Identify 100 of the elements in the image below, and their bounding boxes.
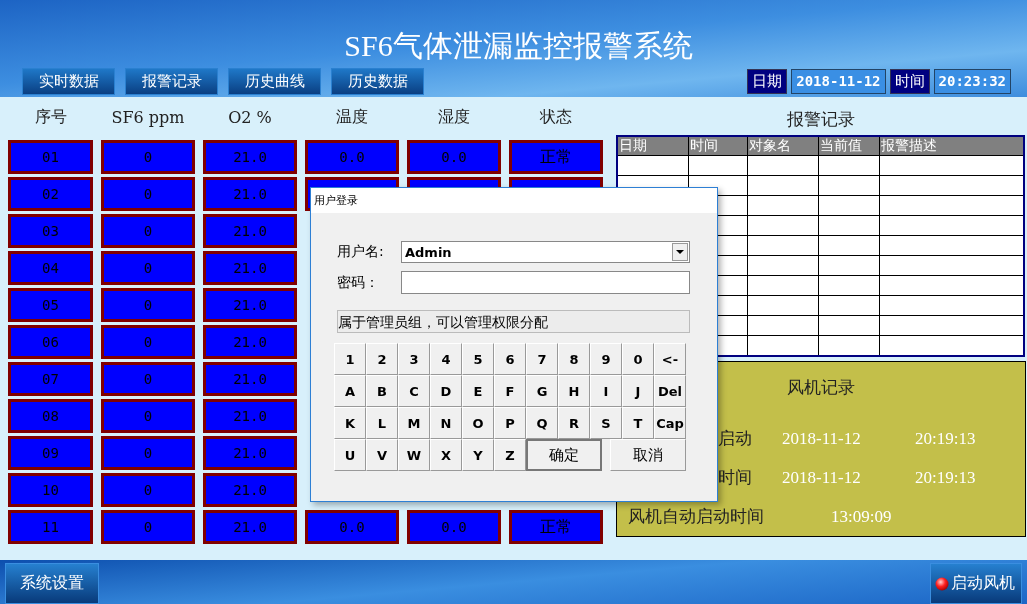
keyboard-key[interactable]: 1 — [334, 343, 366, 375]
nav-button[interactable]: 历史曲线 — [228, 68, 321, 95]
keyboard-key[interactable]: W — [398, 439, 430, 471]
keyboard-key[interactable]: Z — [494, 439, 526, 471]
fan-time: 20:19:13 — [915, 428, 976, 449]
keyboard-key[interactable]: J — [622, 375, 654, 407]
data-cell: 02 — [8, 177, 93, 211]
keyboard-key[interactable]: 8 — [558, 343, 590, 375]
keyboard-key[interactable]: R — [558, 407, 590, 439]
keyboard-key[interactable]: 9 — [590, 343, 622, 375]
data-cell: 06 — [8, 325, 93, 359]
data-cell: 21.0 — [203, 288, 297, 322]
keyboard-key[interactable]: O — [462, 407, 494, 439]
data-cell: 0 — [101, 362, 195, 396]
keyboard-key[interactable]: 7 — [526, 343, 558, 375]
data-cell: 0.0 — [305, 510, 399, 544]
keyboard-key[interactable]: 0 — [622, 343, 654, 375]
column-header: O2 % — [227, 107, 273, 127]
nav-button[interactable]: 实时数据 — [22, 68, 115, 95]
keyboard-key[interactable]: V — [366, 439, 398, 471]
column-header: 状态 — [539, 106, 573, 128]
data-cell: 0 — [101, 510, 195, 544]
fan-time: 13:09:09 — [831, 506, 892, 527]
data-cell: 04 — [8, 251, 93, 285]
data-cell: 21.0 — [203, 251, 297, 285]
data-cell: 0 — [101, 473, 195, 507]
table-header: 对象名 — [747, 136, 819, 156]
indicator-light-icon — [935, 576, 949, 591]
keyboard-key[interactable]: M — [398, 407, 430, 439]
data-cell: 0 — [101, 177, 195, 211]
keyboard-key[interactable]: H — [558, 375, 590, 407]
keyboard-key[interactable]: 6 — [494, 343, 526, 375]
data-cell: 05 — [8, 288, 93, 322]
data-cell: 0 — [101, 288, 195, 322]
keyboard-key[interactable]: <- — [654, 343, 686, 375]
data-cell: 0.0 — [407, 140, 501, 174]
table-header: 报警描述 — [879, 136, 1024, 156]
data-cell: 0 — [101, 140, 195, 174]
keyboard-key[interactable]: K — [334, 407, 366, 439]
keyboard-key[interactable]: A — [334, 375, 366, 407]
data-cell: 0 — [101, 399, 195, 433]
keyboard-key[interactable]: E — [462, 375, 494, 407]
username-label: 用户名: — [337, 243, 385, 261]
password-label: 密码： — [337, 273, 380, 292]
keyboard-key[interactable]: 3 — [398, 343, 430, 375]
time-value: 20:23:32 — [933, 69, 1011, 94]
column-header: SF6 ppm — [110, 107, 186, 127]
keyboard-key[interactable]: 4 — [430, 343, 462, 375]
keyboard-key[interactable]: 5 — [462, 343, 494, 375]
data-cell: 0 — [101, 436, 195, 470]
keyboard-key[interactable]: L — [366, 407, 398, 439]
fan-title: 风机记录 — [787, 376, 855, 399]
keyboard-key[interactable]: I — [590, 375, 622, 407]
keyboard-key[interactable]: S — [590, 407, 622, 439]
data-cell: 21.0 — [203, 140, 297, 174]
keyboard-key[interactable]: D — [430, 375, 462, 407]
keyboard-key[interactable]: U — [334, 439, 366, 471]
data-cell: 0.0 — [407, 510, 501, 544]
data-cell: 10 — [8, 473, 93, 507]
fan-label: 启动 — [718, 428, 752, 448]
settings-button[interactable]: 系统设置 — [5, 563, 99, 604]
table-header: 日期 — [617, 136, 689, 156]
fan-label: 风机自动启动时间 — [628, 506, 764, 526]
data-cell: 21.0 — [203, 362, 297, 396]
keyboard-key[interactable]: B — [366, 375, 398, 407]
keyboard-key[interactable]: 2 — [366, 343, 398, 375]
keyboard-key[interactable]: X — [430, 439, 462, 471]
data-cell: 21.0 — [203, 399, 297, 433]
data-cell: 03 — [8, 214, 93, 248]
date-label: 日期 — [747, 69, 788, 94]
fan-time: 20:19:13 — [915, 467, 976, 488]
table-header: 时间 — [688, 136, 748, 156]
password-field[interactable] — [401, 271, 690, 294]
ok-button[interactable]: 确定 — [526, 439, 602, 471]
data-cell: 11 — [8, 510, 93, 544]
column-header: 序号 — [33, 106, 68, 128]
keyboard-key[interactable]: G — [526, 375, 558, 407]
data-cell: 0.0 — [305, 140, 399, 174]
nav-button[interactable]: 报警记录 — [125, 68, 218, 95]
time-label: 时间 — [889, 69, 930, 94]
table-header: 当前值 — [818, 136, 880, 156]
data-cell: 0 — [101, 214, 195, 248]
keyboard-key[interactable]: F — [494, 375, 526, 407]
data-cell: 正常 — [509, 140, 603, 174]
username-dropdown[interactable]: Admin — [401, 241, 690, 263]
data-cell: 0 — [101, 251, 195, 285]
keyboard-key[interactable]: Cap — [654, 407, 686, 439]
data-cell: 01 — [8, 140, 93, 174]
keyboard-key[interactable]: N — [430, 407, 462, 439]
keyboard-key[interactable]: C — [398, 375, 430, 407]
data-cell: 正常 — [509, 510, 603, 544]
column-header: 温度 — [335, 106, 369, 128]
keyboard-key[interactable]: Y — [462, 439, 494, 471]
start-fan-button[interactable]: 启动风机 — [930, 563, 1022, 604]
keyboard-key[interactable]: P — [494, 407, 526, 439]
keyboard-key[interactable]: Del — [654, 375, 686, 407]
keyboard-key[interactable]: Q — [526, 407, 558, 439]
nav-button[interactable]: 历史数据 — [331, 68, 424, 95]
cancel-button[interactable]: 取消 — [610, 439, 686, 471]
keyboard-key[interactable]: T — [622, 407, 654, 439]
